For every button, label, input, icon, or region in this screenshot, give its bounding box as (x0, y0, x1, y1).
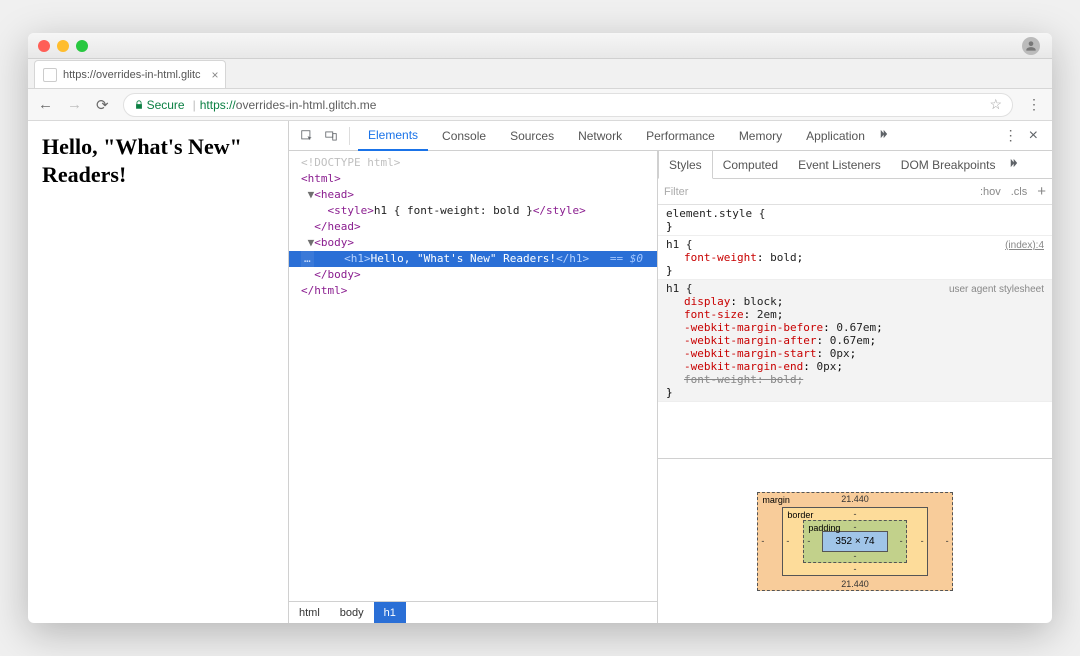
close-window-button[interactable] (38, 40, 50, 52)
elements-tree[interactable]: <!DOCTYPE html> <html> ▼<head> <style>h1… (289, 151, 657, 601)
styles-tab-dom-breakpoints[interactable]: DOM Breakpoints (891, 151, 1006, 179)
browser-tab[interactable]: https://overrides-in-html.glitc × (34, 60, 226, 88)
window-titlebar (28, 33, 1052, 59)
close-tab-icon[interactable]: × (212, 68, 219, 82)
dom-doctype[interactable]: <!DOCTYPE html> (289, 155, 657, 171)
dom-node[interactable]: </html> (289, 283, 657, 299)
bm-border-label: border (787, 510, 813, 520)
dom-breadcrumb: html body h1 (289, 601, 657, 623)
bm-content: 352 × 74 (822, 531, 887, 552)
favicon-icon (43, 68, 57, 82)
dom-node[interactable]: <style>h1 { font-weight: bold }</style> (289, 203, 657, 219)
toolbar: ← → ⟳ Secure | https:// overrides-in-htm… (28, 89, 1052, 121)
selected-ref: == $0 (603, 251, 649, 267)
tab-memory[interactable]: Memory (729, 121, 792, 151)
styles-tab-event-listeners[interactable]: Event Listeners (788, 151, 891, 179)
filter-input[interactable]: Filter (664, 186, 970, 198)
device-mode-icon[interactable] (321, 126, 341, 146)
secure-badge: Secure (134, 98, 185, 112)
forward-button[interactable]: → (67, 96, 82, 113)
browser-window: https://overrides-in-html.glitc × ← → ⟳ … (28, 33, 1052, 623)
tab-network[interactable]: Network (568, 121, 632, 151)
ua-label: user agent stylesheet (949, 284, 1044, 295)
new-style-rule-icon[interactable]: + (1037, 183, 1046, 200)
style-rule[interactable]: element.style {} (658, 205, 1052, 236)
inspect-icon[interactable] (297, 126, 317, 146)
bm-margin-label: margin (762, 495, 790, 505)
dom-node[interactable]: ▼<head> (289, 187, 657, 203)
devtools-body: <!DOCTYPE html> <html> ▼<head> <style>h1… (289, 151, 1052, 623)
styles-filter-bar: Filter :hov .cls + (658, 179, 1052, 205)
hov-toggle[interactable]: :hov (980, 186, 1001, 198)
window-controls (38, 40, 88, 52)
styles-pane: Styles Computed Event Listeners DOM Brea… (657, 151, 1052, 623)
profile-avatar-icon[interactable] (1022, 37, 1040, 55)
url-divider: | (193, 98, 196, 112)
maximize-window-button[interactable] (76, 40, 88, 52)
breadcrumb-item[interactable]: body (330, 602, 374, 623)
breadcrumb-item[interactable]: html (289, 602, 330, 623)
lock-icon (134, 100, 144, 110)
more-styles-tabs-icon[interactable] (1009, 156, 1023, 173)
url-path: overrides-in-html.glitch.me (236, 98, 377, 112)
cls-toggle[interactable]: .cls (1011, 186, 1028, 198)
more-tabs-icon[interactable] (879, 127, 893, 144)
tab-performance[interactable]: Performance (636, 121, 725, 151)
secure-label: Secure (147, 98, 185, 112)
browser-menu-icon[interactable]: ⋮ (1027, 96, 1042, 113)
bm-padding-label: padding (808, 523, 840, 533)
styles-tab-computed[interactable]: Computed (713, 151, 788, 179)
bookmark-icon[interactable]: ☆ (989, 96, 1002, 113)
tab-strip: https://overrides-in-html.glitc × (28, 59, 1052, 89)
dom-selected-node[interactable]: … <h1>Hello, "What's New" Readers!</h1> … (289, 251, 657, 267)
content-area: Hello, "What's New" Readers! Elements Co… (28, 121, 1052, 623)
rule-location[interactable]: (index):4 (1005, 240, 1044, 251)
separator (349, 127, 350, 145)
tab-console[interactable]: Console (432, 121, 496, 151)
devtools-panel: Elements Console Sources Network Perform… (288, 121, 1052, 623)
address-bar[interactable]: Secure | https:// overrides-in-html.glit… (123, 93, 1013, 117)
tab-elements[interactable]: Elements (358, 121, 428, 151)
box-model[interactable]: margin 21.440 21.440 - - border - - - - (658, 458, 1052, 623)
page-heading: Hello, "What's New" Readers! (42, 133, 274, 188)
styles-tab-styles[interactable]: Styles (658, 151, 713, 179)
style-rules[interactable]: element.style {}h1 {(index):4font-weight… (658, 205, 1052, 458)
style-rule[interactable]: h1 {user agent stylesheetdisplay: block;… (658, 280, 1052, 402)
dom-node[interactable]: </head> (289, 219, 657, 235)
tab-title: https://overrides-in-html.glitc (63, 69, 201, 81)
breadcrumb-item[interactable]: h1 (374, 602, 406, 623)
rendered-page: Hello, "What's New" Readers! (28, 121, 288, 623)
tab-application[interactable]: Application (796, 121, 875, 151)
ellipsis-icon: … (301, 251, 314, 267)
devtools-tabbar: Elements Console Sources Network Perform… (289, 121, 1052, 151)
back-button[interactable]: ← (38, 96, 53, 113)
tab-sources[interactable]: Sources (500, 121, 564, 151)
style-rule[interactable]: h1 {(index):4font-weight: bold;} (658, 236, 1052, 280)
dom-node[interactable]: ▼<body> (289, 235, 657, 251)
devtools-menu-icon[interactable]: ⋮ (1004, 127, 1019, 144)
styles-tabbar: Styles Computed Event Listeners DOM Brea… (658, 151, 1052, 179)
dom-node[interactable]: </body> (289, 267, 657, 283)
url-scheme: https:// (200, 98, 236, 112)
close-devtools-icon[interactable]: × (1023, 127, 1044, 145)
dom-node[interactable]: <html> (289, 171, 657, 187)
reload-button[interactable]: ⟳ (96, 96, 109, 114)
minimize-window-button[interactable] (57, 40, 69, 52)
